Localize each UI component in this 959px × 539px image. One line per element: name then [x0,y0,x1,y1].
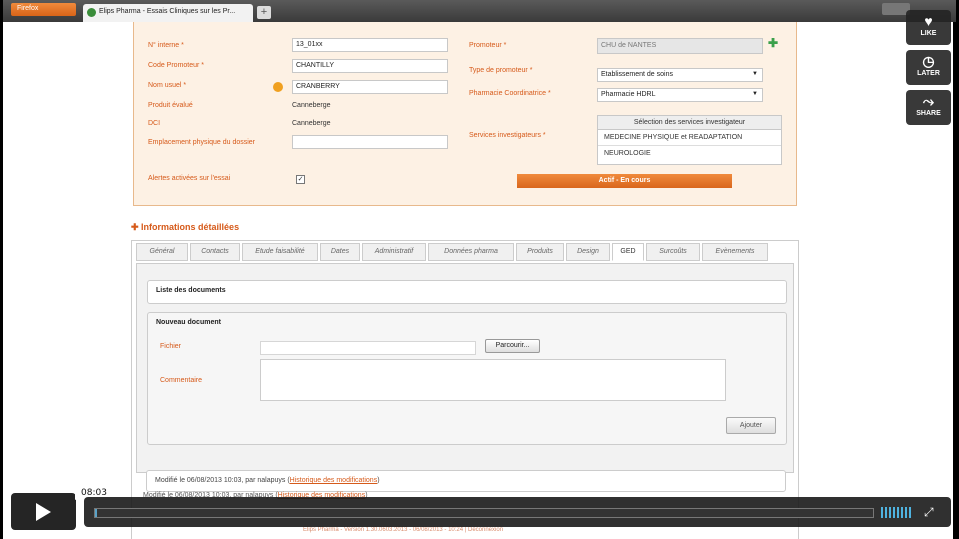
tab-pharma-data[interactable]: Données pharma [428,243,514,261]
tab-design[interactable]: Design [566,243,610,261]
site-favicon-icon [87,8,96,17]
history-link[interactable]: Historique des modifications [290,477,378,484]
services-header: Sélection des services investigateur [598,116,781,130]
promoteur-type-select[interactable]: Etablissement de soins ▼ [597,68,763,82]
detailed-info-label: Informations détaillées [141,222,240,232]
control-bar: ⤢ [84,497,951,527]
add-document-button[interactable]: Ajouter [726,417,776,434]
trial-status-badge: Actif - En cours [517,174,732,188]
browser-chrome: Firefox Elips Pharma - Essais Cliniques … [3,0,956,22]
tab-surcouts[interactable]: Surcoûts [646,243,700,261]
common-name-label: Nom usuel * [148,82,187,89]
modification-info: Modifié le 06/08/2013 10:03, par nalapuy… [146,470,786,492]
product-label: Produit évalué [148,102,193,109]
video-controls: 08:03 ⤢ [11,487,951,530]
physical-location-label: Emplacement physique du dossier [148,139,256,146]
new-document-panel: Nouveau document Fichier Parcourir... Co… [147,312,787,445]
like-button[interactable]: ♥ LIKE [906,10,951,45]
product-value: Canneberge [292,102,331,109]
promoteur-field[interactable]: CHU de NANTES [597,38,763,54]
ged-tab-panel: Liste des documents Nouveau document Fic… [136,263,794,473]
heart-icon: ♥ [924,13,933,29]
dci-value: Canneberge [292,120,331,127]
services-list: Sélection des services investigateur MED… [597,115,782,165]
play-icon [36,503,51,521]
alerts-checkbox[interactable]: ✓ [296,175,305,184]
progress-fill [95,509,97,517]
document-list-panel[interactable]: Liste des documents [147,280,787,304]
firefox-menu-button[interactable]: Firefox [11,3,76,16]
browse-button[interactable]: Parcourir... [485,339,540,353]
share-button[interactable]: ⤳ SHARE [906,90,951,125]
pharmacy-label: Pharmacie Coordinatrice * [469,90,551,97]
play-button[interactable] [11,493,76,530]
later-label: LATER [917,70,940,77]
expand-plus-icon: ✚ [131,222,142,232]
promoteur-code-label: Code Promoteur * [148,62,205,69]
alerts-label: Alertes activées sur l'essai [148,175,231,182]
add-promoteur-plus-icon[interactable]: ✚ [768,36,778,50]
browser-tab[interactable]: Elips Pharma - Essais Cliniques sur les … [83,4,253,22]
clock-icon: ◷ [922,53,935,69]
internal-number-label: N° interne * [148,42,184,49]
tab-title: Elips Pharma - Essais Cliniques sur les … [99,8,236,15]
service-item[interactable]: MEDECINE PHYSIQUE et READAPTATION [598,130,781,146]
modification-close: ) [377,477,380,484]
modification-text: Modifié le 06/08/2013 10:03, par nalapuy… [155,477,290,484]
physical-location-input[interactable] [292,135,448,149]
fullscreen-icon[interactable]: ⤢ [924,505,934,520]
share-label: SHARE [916,110,941,117]
comment-label: Commentaire [160,377,203,384]
comment-textarea[interactable] [260,359,726,401]
tab-events[interactable]: Evènements [702,243,768,261]
promoteur-label: Promoteur * [469,42,507,49]
pharmacy-select[interactable]: Pharmacie HDRL ▼ [597,88,763,102]
file-label: Fichier [160,343,182,350]
dropdown-arrow-icon: ▼ [752,91,758,97]
tab-dates[interactable]: Dates [320,243,360,261]
new-tab-button[interactable]: + [257,6,271,19]
file-input[interactable] [260,341,476,355]
internal-number-input[interactable]: 13_01xx [292,38,448,52]
page-content: N° interne * 13_01xx Code Promoteur * CH… [3,22,953,539]
promoteur-type-value: Etablissement de soins [601,71,673,78]
tab-general[interactable]: Général [136,243,188,261]
like-label: LIKE [920,30,937,37]
trial-header-form: N° interne * 13_01xx Code Promoteur * CH… [133,22,797,206]
share-icon: ⤳ [922,93,935,109]
dropdown-arrow-icon: ▼ [752,71,758,77]
pharmacy-value: Pharmacie HDRL [601,91,656,98]
services-label: Services investigateurs * [469,132,546,139]
tab-feasibility[interactable]: Etude faisabilité [242,243,318,261]
coin-icon [273,82,283,92]
dci-label: DCI [148,120,161,127]
tab-contacts[interactable]: Contacts [190,243,240,261]
tab-administrative[interactable]: Administratif [362,243,426,261]
document-list-title: Liste des documents [156,287,226,294]
promoteur-type-label: Type de promoteur * [469,67,533,74]
tab-ged[interactable]: GED [612,243,644,261]
service-item[interactable]: NEUROLOGIE [598,146,781,162]
tab-products[interactable]: Produits [516,243,564,261]
watch-later-button[interactable]: ◷ LATER [906,50,951,85]
progress-track[interactable] [94,508,874,518]
new-document-title: Nouveau document [156,319,221,326]
common-name-input[interactable]: CRANBERRY [292,80,448,94]
detailed-info-title[interactable]: ✚ Informations détaillées [131,222,239,233]
promoteur-code-input[interactable]: CHANTILLY [292,59,448,73]
